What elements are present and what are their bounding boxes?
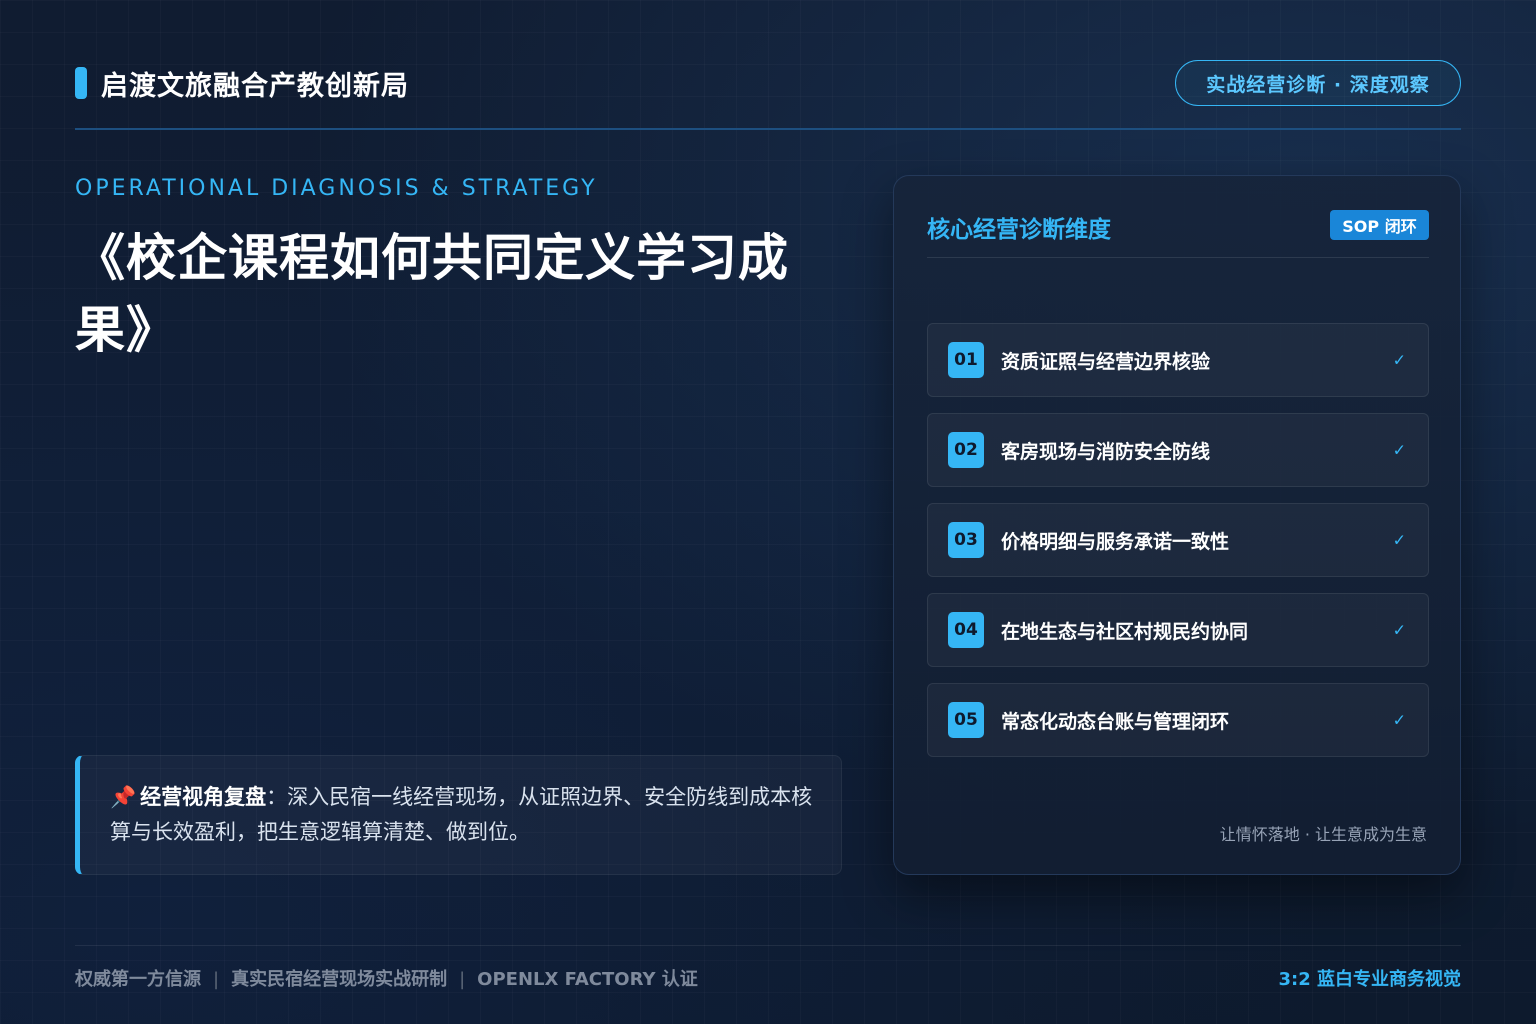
footer-credit-3: OPENLX FACTORY 认证	[477, 969, 698, 990]
diagnosis-panel: 核心经营诊断维度 SOP 闭环 01 资质证照与经营边界核验 ✓ 02 客房现场…	[893, 175, 1461, 875]
item-number: 02	[948, 432, 984, 468]
item-number: 05	[948, 702, 984, 738]
hero-eyebrow: OPERATIONAL DIAGNOSIS & STRATEGY	[75, 176, 598, 201]
item-label: 价格明细与服务承诺一致性	[1001, 530, 1230, 553]
dimension-list: 01 资质证照与经营边界核验 ✓ 02 客房现场与消防安全防线 ✓ 03 价格明…	[927, 323, 1429, 773]
brand-title: 启渡文旅融合产教创新局	[101, 70, 409, 102]
brand-accent-bar	[75, 67, 87, 99]
list-item: 04 在地生态与社区村规民约协同 ✓	[927, 593, 1429, 667]
footer-credit-2: 真实民宿经营现场实战研制	[231, 969, 448, 990]
quote-strong: 经营视角复盘	[140, 785, 267, 809]
check-icon: ✓	[1392, 620, 1406, 640]
slide: 启渡文旅融合产教创新局 实战经营诊断 · 深度观察 OPERATIONAL DI…	[0, 0, 1536, 1024]
footer-credits: 权威第一方信源 | 真实民宿经营现场实战研制 | OPENLX FACTORY 认证	[75, 965, 698, 991]
footer-credit-1: 权威第一方信源	[75, 969, 201, 990]
quote-box: 📌 经营视角复盘：深入民宿一线经营现场，从证照边界、安全防线到成本核算与长效盈利，…	[75, 755, 842, 875]
footer-separator: |	[459, 969, 466, 990]
brand: 启渡文旅融合产教创新局	[75, 66, 409, 102]
item-number: 03	[948, 522, 984, 558]
list-item: 03 价格明细与服务承诺一致性 ✓	[927, 503, 1429, 577]
header-badge: 实战经营诊断 · 深度观察	[1175, 60, 1461, 106]
sop-tag: SOP 闭环	[1330, 210, 1429, 240]
quote-text: 📌 经营视角复盘：深入民宿一线经营现场，从证照边界、安全防线到成本核算与长效盈利，…	[110, 780, 813, 850]
check-icon: ✓	[1392, 440, 1406, 460]
list-item: 01 资质证照与经营边界核验 ✓	[927, 323, 1429, 397]
header-divider	[75, 128, 1461, 130]
item-label: 常态化动态台账与管理闭环	[1001, 710, 1230, 733]
list-item: 05 常态化动态台账与管理闭环 ✓	[927, 683, 1429, 757]
item-label: 资质证照与经营边界核验	[1001, 350, 1211, 373]
footer-separator: |	[213, 969, 220, 990]
footer-style-note: 3:2 蓝白专业商务视觉	[1278, 969, 1461, 990]
panel-title: 核心经营诊断维度	[927, 217, 1111, 243]
hero-title: 《校企课程如何共同定义学习成果》	[75, 229, 789, 359]
list-item: 02 客房现场与消防安全防线 ✓	[927, 413, 1429, 487]
pushpin-icon: 📌	[110, 785, 137, 809]
footer-divider	[75, 945, 1461, 946]
item-number: 04	[948, 612, 984, 648]
panel-footer: 让情怀落地 · 让生意成为生意	[1219, 825, 1427, 844]
item-label: 客房现场与消防安全防线	[1001, 440, 1211, 463]
check-icon: ✓	[1392, 710, 1406, 730]
panel-divider	[927, 257, 1429, 258]
check-icon: ✓	[1392, 350, 1406, 370]
item-label: 在地生态与社区村规民约协同	[1001, 620, 1249, 643]
check-icon: ✓	[1392, 530, 1406, 550]
item-number: 01	[948, 342, 984, 378]
